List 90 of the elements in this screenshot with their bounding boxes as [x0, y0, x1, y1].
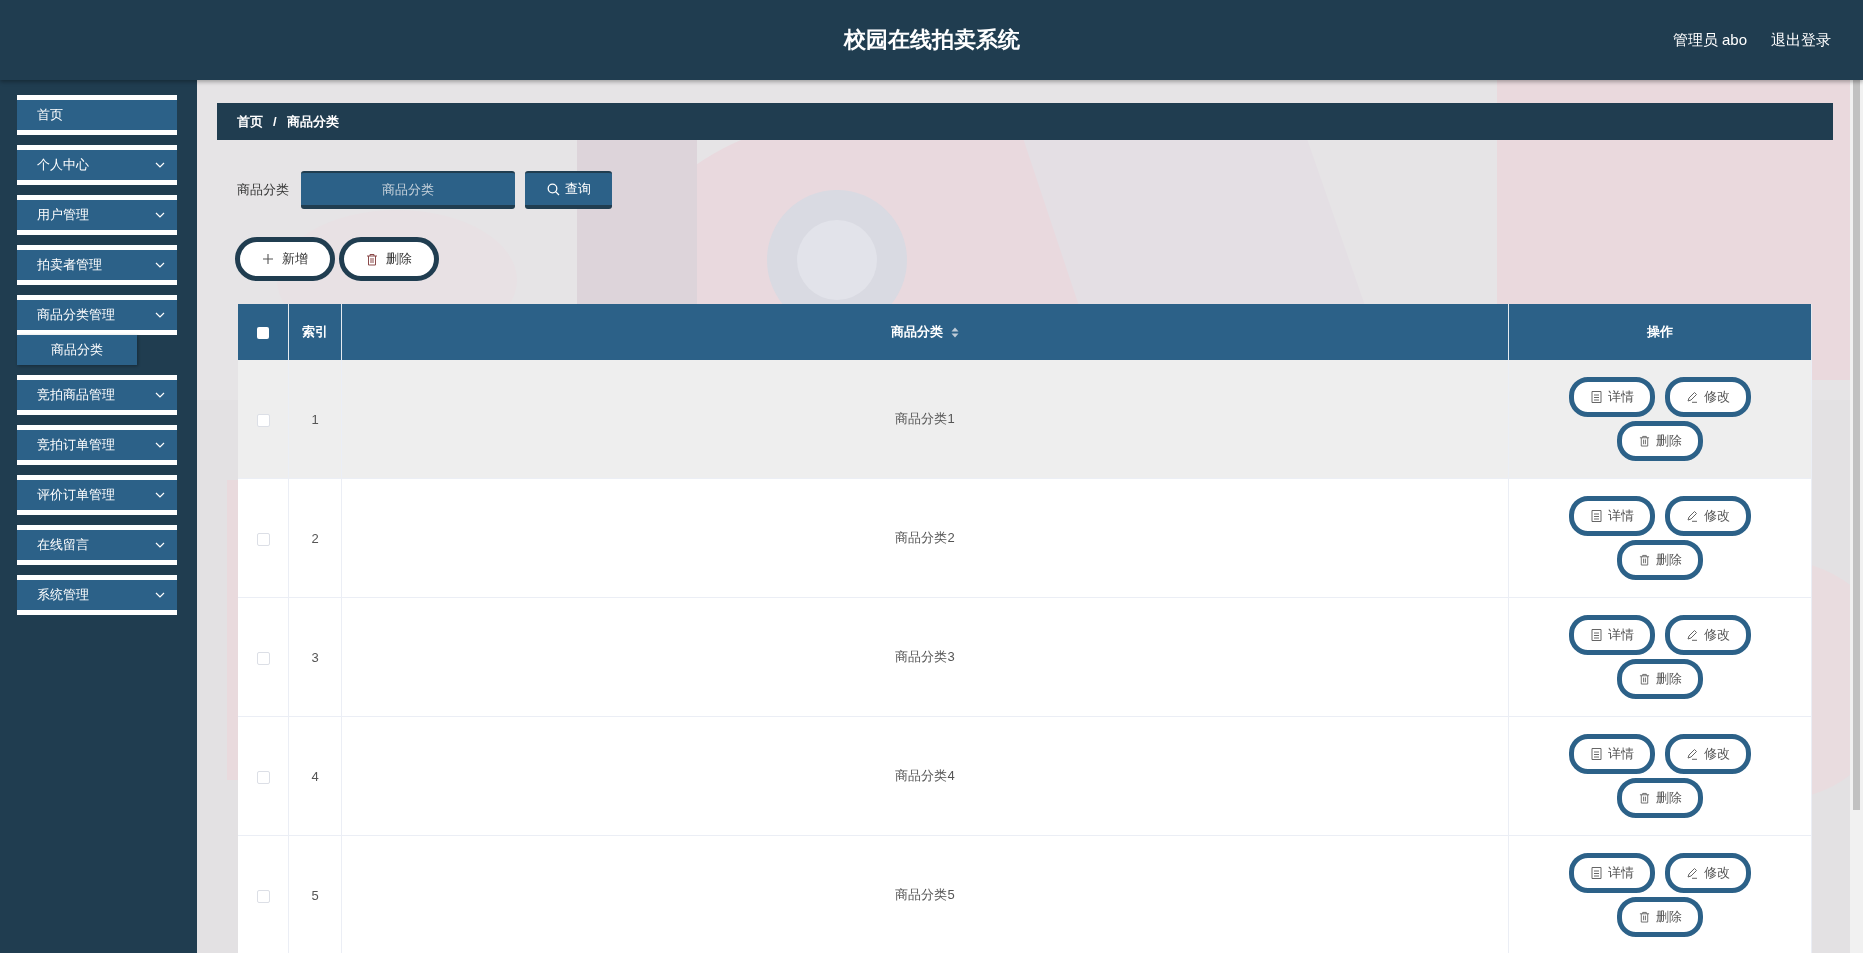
edit-button[interactable]: 修改 — [1665, 377, 1751, 417]
table-cell: 商品分类2 — [895, 530, 955, 545]
pencil-icon — [1686, 629, 1698, 641]
detail-button[interactable]: 详情 — [1569, 853, 1655, 893]
document-icon — [1590, 748, 1602, 760]
edit-button[interactable]: 修改 — [1665, 853, 1751, 893]
table-cell: 4 — [311, 768, 319, 784]
sort-icon — [950, 327, 959, 339]
column-header[interactable]: 商品分类 — [341, 304, 1509, 360]
trash-icon — [1638, 911, 1650, 923]
menu-item[interactable]: 评价订单管理 — [17, 475, 177, 515]
menu-item[interactable]: 竞拍订单管理 — [17, 425, 177, 465]
row-checkbox[interactable] — [256, 889, 270, 903]
table-row[interactable]: 1 商品分类1 详情 修改 删除 — [238, 360, 1812, 479]
menu-item[interactable]: 个人中心 — [17, 145, 177, 185]
detail-button[interactable]: 详情 — [1569, 734, 1655, 774]
table-row[interactable]: 3 商品分类3 详情 修改 删除 — [238, 597, 1812, 717]
menu-item[interactable]: 用户管理 — [17, 195, 177, 235]
column-header: 操作 — [1508, 304, 1812, 360]
menu-item[interactable]: 商品分类管理 — [17, 295, 177, 335]
table-row[interactable]: 5 商品分类5 详情 修改 删除 — [238, 835, 1812, 953]
chevron-icon — [155, 212, 165, 218]
logout-link[interactable]: 退出登录 — [1771, 30, 1831, 50]
pencil-icon — [1686, 867, 1698, 879]
trash-icon — [366, 252, 378, 266]
user-name: 管理员 abo — [1672, 30, 1747, 50]
chevron-icon — [155, 542, 165, 548]
menu-item[interactable]: 首页 — [17, 95, 177, 135]
row-checkbox[interactable] — [256, 532, 270, 546]
menu-item[interactable]: 在线留言 — [17, 525, 177, 565]
delete-button[interactable]: 删除 — [1617, 540, 1703, 580]
chevron-icon — [155, 312, 165, 318]
table-cell: 商品分类4 — [895, 768, 955, 783]
table-cell: 3 — [311, 649, 319, 665]
table-cell: 1 — [311, 411, 319, 427]
row-checkbox[interactable] — [256, 651, 270, 665]
table-cell: 2 — [311, 530, 319, 546]
search-icon — [546, 182, 560, 196]
table-cell: 商品分类1 — [895, 411, 955, 426]
menu-item[interactable]: 竞拍商品管理 — [17, 375, 177, 415]
row-checkbox[interactable] — [256, 770, 270, 784]
delete-button[interactable]: 删除 — [339, 237, 439, 281]
menu-item[interactable]: 拍卖者管理 — [17, 245, 177, 285]
detail-button[interactable]: 详情 — [1569, 615, 1655, 655]
breadcrumb-link[interactable]: 首页 — [237, 112, 263, 131]
select-all-checkbox[interactable] — [257, 327, 269, 340]
search-field[interactable]: 商品分类 — [301, 171, 515, 209]
pencil-icon — [1686, 748, 1698, 760]
pencil-icon — [1686, 510, 1698, 522]
edit-button[interactable]: 修改 — [1665, 615, 1751, 655]
chevron-icon — [155, 392, 165, 398]
delete-button[interactable]: 删除 — [1617, 897, 1703, 937]
search-button[interactable]: 查询 — [525, 171, 612, 209]
chevron-icon — [155, 162, 165, 168]
document-icon — [1590, 510, 1602, 522]
trash-icon — [1638, 673, 1650, 685]
trash-icon — [1638, 554, 1650, 566]
chevron-icon — [155, 592, 165, 598]
table-cell: 商品分类3 — [895, 649, 955, 664]
document-icon — [1590, 391, 1602, 403]
delete-button[interactable]: 删除 — [1617, 421, 1703, 461]
search-label: 商品分类 — [237, 181, 289, 199]
app-title: 校园在线拍卖系统 — [843, 26, 1020, 54]
edit-button[interactable]: 修改 — [1665, 496, 1751, 536]
chevron-icon — [155, 492, 165, 498]
column-header: 索引 — [288, 304, 342, 360]
chevron-icon — [155, 442, 165, 448]
plus-icon — [262, 253, 274, 265]
menu-item[interactable]: 系统管理 — [17, 575, 177, 615]
table-row[interactable]: 2 商品分类2 详情 修改 删除 — [238, 478, 1812, 598]
edit-button[interactable]: 修改 — [1665, 734, 1751, 774]
delete-button[interactable]: 删除 — [1617, 659, 1703, 699]
breadcrumb-link[interactable]: 商品分类 — [286, 112, 339, 131]
trash-icon — [1638, 792, 1650, 804]
table-cell: 5 — [311, 887, 319, 903]
trash-icon — [1638, 435, 1650, 447]
detail-button[interactable]: 详情 — [1569, 377, 1655, 417]
document-icon — [1590, 867, 1602, 879]
row-checkbox[interactable] — [256, 413, 270, 427]
breadcrumb-separator: / — [273, 114, 277, 129]
chevron-icon — [155, 262, 165, 268]
add-button[interactable]: 新增 — [235, 237, 335, 281]
detail-button[interactable]: 详情 — [1569, 496, 1655, 536]
pencil-icon — [1686, 391, 1698, 403]
table-row[interactable]: 4 商品分类4 详情 修改 删除 — [238, 716, 1812, 836]
document-icon — [1590, 629, 1602, 641]
scrollbar[interactable] — [1850, 80, 1863, 953]
delete-button[interactable]: 删除 — [1617, 778, 1703, 818]
submenu-item[interactable]: 商品分类 — [17, 335, 137, 365]
table-cell: 商品分类5 — [895, 887, 955, 902]
